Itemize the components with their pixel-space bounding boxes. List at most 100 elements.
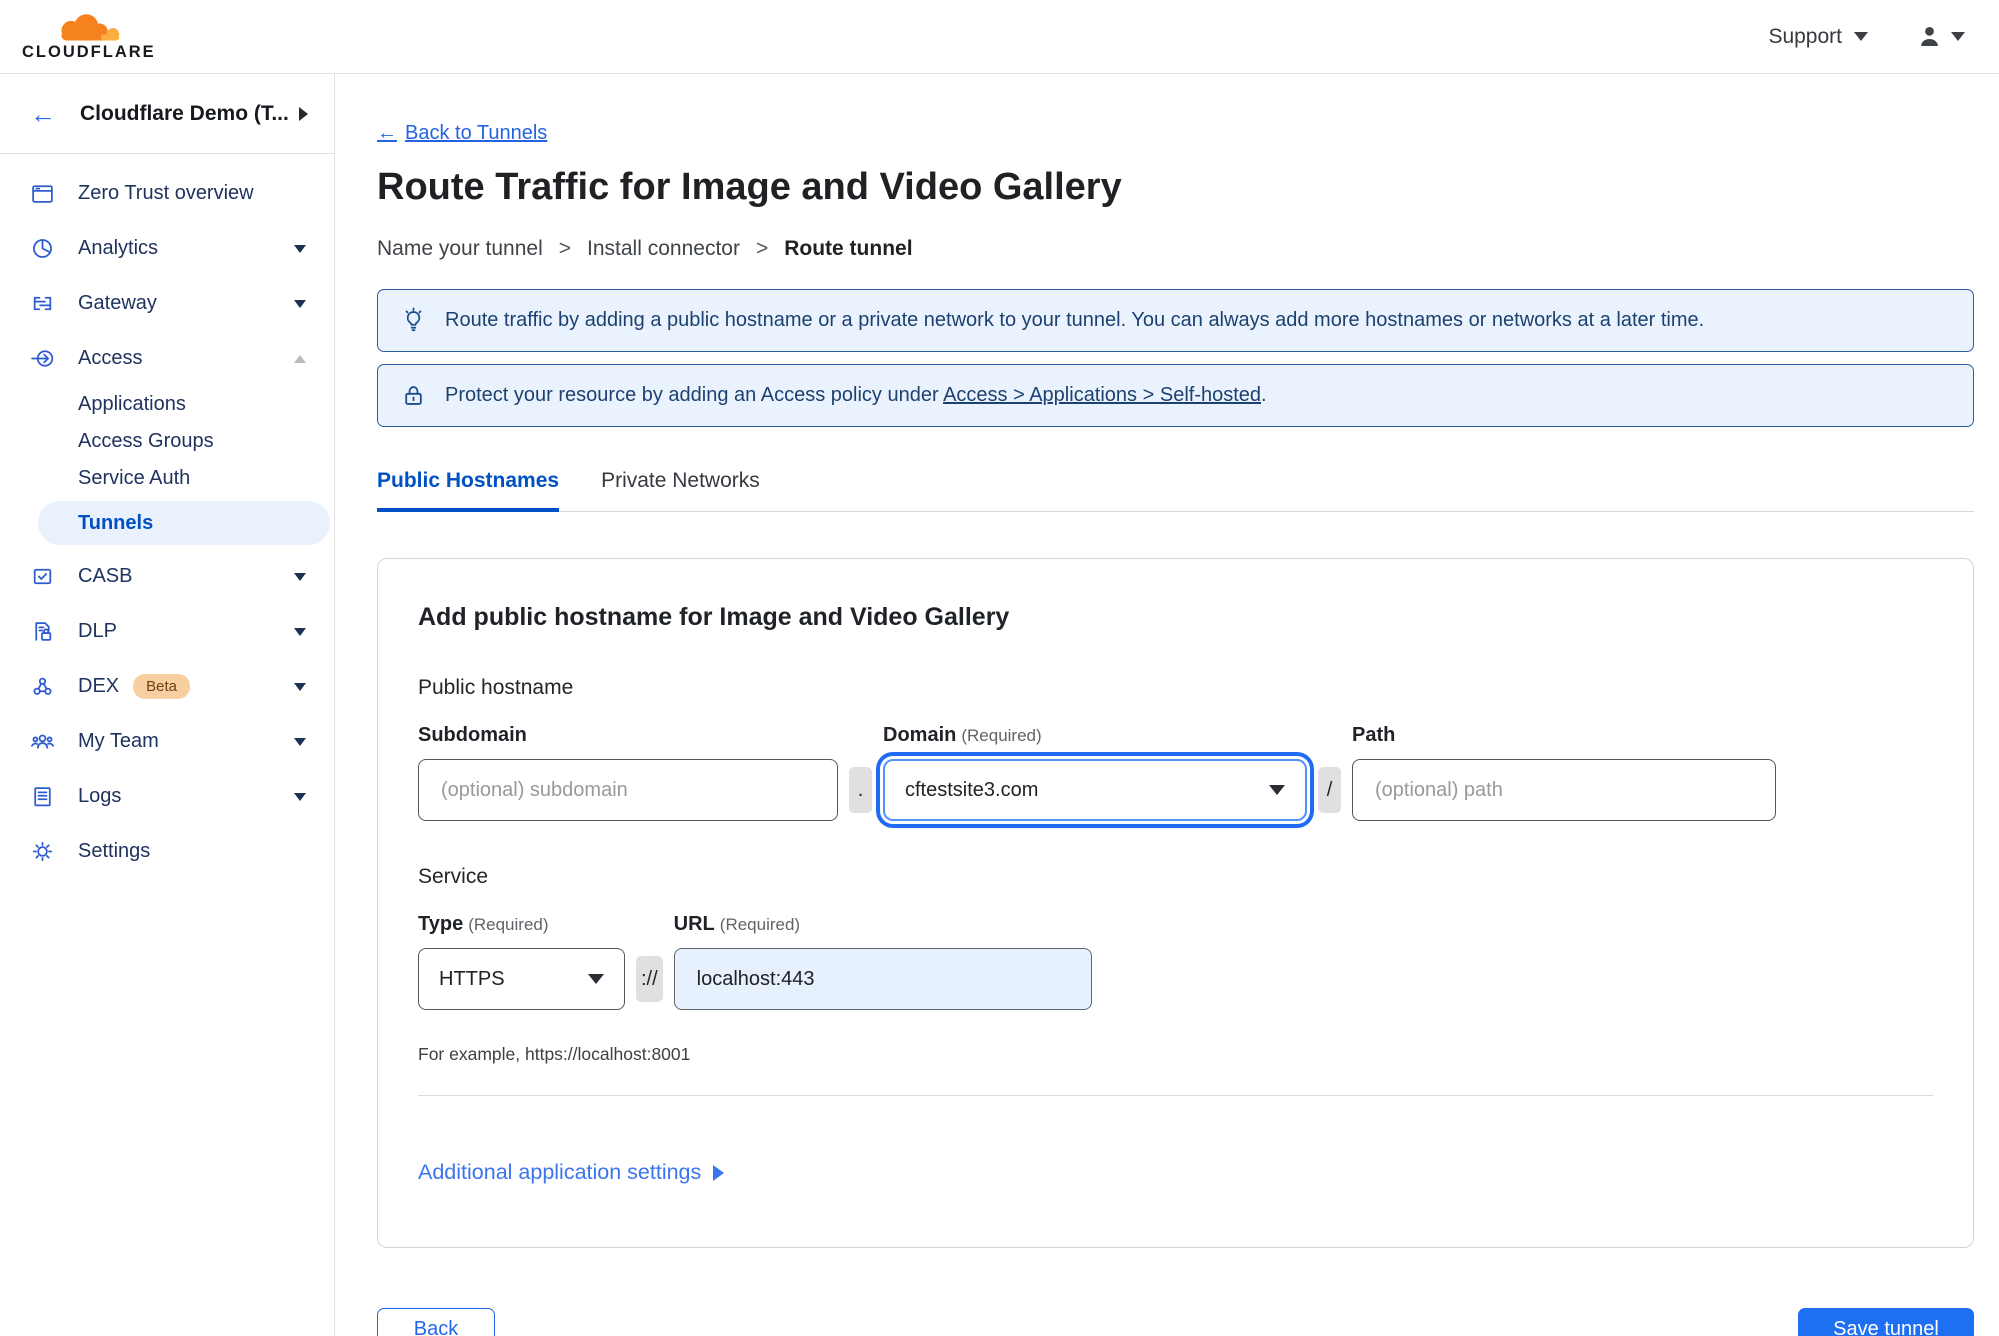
sidebar-item-logs[interactable]: Logs <box>0 769 334 824</box>
tab-bar: Public Hostnames Private Networks <box>377 469 1974 512</box>
slash-separator: / <box>1318 767 1341 813</box>
chevron-down-icon <box>1951 32 1965 41</box>
chevron-down-icon <box>294 737 306 746</box>
step-install-connector[interactable]: Install connector <box>587 237 740 261</box>
app-root: CLOUDFLARE Support ← Cloudflare Demo (T.… <box>0 0 1999 1336</box>
topbar: CLOUDFLARE Support <box>0 0 1999 74</box>
sidebar-item-my-team[interactable]: My Team <box>0 714 334 769</box>
sidebar-item-dex[interactable]: DEX Beta <box>0 659 334 714</box>
add-public-hostname-card: Add public hostname for Image and Video … <box>377 558 1974 1248</box>
gateway-icon <box>30 291 56 316</box>
footer-actions: Back Save tunnel <box>377 1308 1974 1336</box>
back-button[interactable]: Back <box>377 1308 495 1336</box>
url-field: URL (Required) <box>673 913 1092 1010</box>
service-field-row: Type (Required) HTTPS :// URL (Required) <box>418 913 1933 1010</box>
back-arrow-icon[interactable]: ← <box>30 101 56 127</box>
chevron-right-icon[interactable] <box>299 106 308 121</box>
sidebar-item-label: DEX <box>78 675 120 697</box>
analytics-pie-icon <box>30 236 56 261</box>
chevron-down-icon <box>294 627 306 636</box>
dot-separator: . <box>849 767 872 813</box>
service-type-select[interactable]: HTTPS <box>418 948 625 1010</box>
support-label: Support <box>1768 24 1842 48</box>
main-content: ← Back to Tunnels Route Traffic for Imag… <box>335 74 1999 1336</box>
service-type-value: HTTPS <box>439 967 505 990</box>
step-name-your-tunnel[interactable]: Name your tunnel <box>377 237 543 261</box>
additional-settings-link[interactable]: Additional application settings <box>418 1160 725 1185</box>
chevron-down-icon <box>294 792 306 801</box>
cloudflare-logo[interactable]: CLOUDFLARE <box>22 12 156 62</box>
additional-settings-label: Additional application settings <box>418 1160 702 1184</box>
cloudflare-cloud-icon <box>61 13 120 40</box>
banner-text: Protect your resource by adding an Acces… <box>445 384 1267 406</box>
sidebar-item-access-groups[interactable]: Access Groups <box>0 423 334 460</box>
overview-icon <box>30 181 56 206</box>
subdomain-label: Subdomain <box>418 724 527 746</box>
domain-select-value: cftestsite3.com <box>905 778 1039 801</box>
service-label: Service <box>418 865 489 888</box>
access-applications-self-hosted-link[interactable]: Access > Applications > Self-hosted <box>943 384 1261 406</box>
beta-badge: Beta <box>133 674 190 699</box>
scheme-separator: :// <box>636 956 663 1002</box>
sidebar-item-dlp[interactable]: DLP <box>0 604 334 659</box>
path-label: Path <box>1352 724 1396 746</box>
sidebar-item-access[interactable]: Access <box>0 331 334 386</box>
chevron-down-icon <box>1269 785 1285 795</box>
tab-public-hostnames[interactable]: Public Hostnames <box>377 469 560 512</box>
sidebar-item-label: Access Groups <box>78 430 214 452</box>
back-arrow-icon: ← <box>377 122 397 144</box>
gear-icon <box>30 839 56 864</box>
back-to-tunnels-link[interactable]: ← Back to Tunnels <box>377 122 547 145</box>
save-tunnel-button[interactable]: Save tunnel <box>1798 1308 1974 1336</box>
breadcrumb: Name your tunnel > Install connector > R… <box>377 237 1974 261</box>
tab-private-networks[interactable]: Private Networks <box>601 469 760 512</box>
user-menu[interactable] <box>1916 23 1965 50</box>
path-input[interactable] <box>1352 759 1776 821</box>
chevron-down-icon <box>294 299 306 308</box>
sidebar-item-label: Service Auth <box>78 467 191 489</box>
type-field: Type (Required) HTTPS <box>418 913 625 1010</box>
topbar-right: Support <box>1768 23 1965 50</box>
access-icon <box>30 346 56 371</box>
sidebar-header: ← Cloudflare Demo (T... <box>0 74 334 154</box>
sidebar-item-label: Tunnels <box>78 511 154 534</box>
team-icon <box>30 729 56 754</box>
sidebar-item-label: Zero Trust overview <box>78 182 254 204</box>
back-link-label: Back to Tunnels <box>405 122 548 144</box>
dlp-icon <box>30 619 56 644</box>
sidebar-item-casb[interactable]: CASB <box>0 549 334 604</box>
sidebar-item-label: DLP <box>78 620 117 642</box>
dex-icon <box>30 674 56 699</box>
sidebar-item-zero-trust-overview[interactable]: Zero Trust overview <box>0 166 334 221</box>
sidebar-item-gateway[interactable]: Gateway <box>0 276 334 331</box>
sidebar-item-label: Access <box>78 347 143 369</box>
service-url-input[interactable] <box>673 948 1092 1010</box>
lightbulb-icon <box>405 307 422 332</box>
sidebar-item-settings[interactable]: Settings <box>0 824 334 879</box>
sidebar-item-tunnels[interactable]: Tunnels <box>38 501 330 545</box>
sidebar-nav: Zero Trust overview Analytics Gateway Ac… <box>0 154 334 879</box>
subdomain-input[interactable] <box>418 759 838 821</box>
user-avatar-icon <box>1921 26 1938 46</box>
sidebar-item-applications[interactable]: Applications <box>0 386 334 423</box>
sidebar-item-analytics[interactable]: Analytics <box>0 221 334 276</box>
chevron-down-icon <box>294 244 306 253</box>
domain-select[interactable]: cftestsite3.com <box>883 759 1307 821</box>
account-name[interactable]: Cloudflare Demo (T... <box>80 102 299 126</box>
domain-field: Domain (Required) cftestsite3.com <box>883 724 1307 821</box>
sidebar-item-label: Settings <box>78 840 151 862</box>
chevron-right-icon <box>713 1164 725 1181</box>
sidebar: ← Cloudflare Demo (T... Zero Trust overv… <box>0 74 335 1336</box>
support-menu[interactable]: Support <box>1768 25 1868 49</box>
logs-icon <box>30 784 56 809</box>
domain-label: Domain (Required) <box>883 724 1042 746</box>
path-field: Path <box>1352 724 1776 821</box>
breadcrumb-separator: > <box>558 237 572 260</box>
sidebar-item-label: My Team <box>78 730 159 752</box>
type-label: Type (Required) <box>418 913 549 935</box>
sidebar-item-label: Applications <box>78 393 186 415</box>
breadcrumb-separator: > <box>755 237 769 260</box>
sidebar-item-service-auth[interactable]: Service Auth <box>0 460 334 497</box>
sidebar-item-label: Gateway <box>78 292 157 314</box>
casb-icon <box>30 564 56 589</box>
